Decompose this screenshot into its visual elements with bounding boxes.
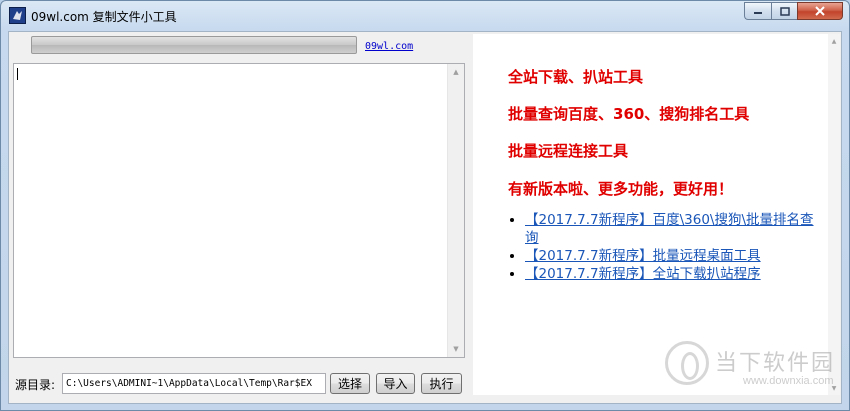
headline-site-download: 全站下载、扒站工具 (508, 68, 644, 86)
list-item: 【2017.7.7新程序】百度\360\搜狗\批量排名查询 (525, 211, 825, 247)
execute-button[interactable]: 执行 (421, 373, 462, 394)
scroll-up-arrow-icon[interactable]: ▲ (448, 64, 464, 80)
program-link-list: 【2017.7.7新程序】百度\360\搜狗\批量排名查询 【2017.7.7新… (507, 211, 825, 283)
select-button[interactable]: 选择 (330, 373, 370, 394)
import-button[interactable]: 导入 (376, 373, 415, 394)
minimize-button[interactable] (744, 2, 771, 20)
app-icon[interactable] (9, 7, 26, 24)
window-title: 09wl.com 复制文件小工具 (31, 10, 177, 24)
textarea-scrollbar[interactable]: ▲ ▼ (447, 64, 464, 357)
watermark-text: 当下软件园 (715, 351, 836, 376)
maximize-icon (779, 6, 790, 16)
link-site-download[interactable]: 【2017.7.7新程序】全站下载扒站程序 (525, 266, 761, 282)
text-caret (17, 68, 18, 80)
watermark: 当下软件园 www.downxia.com (665, 341, 835, 401)
close-icon (815, 6, 825, 16)
scroll-up-arrow-icon[interactable]: ▲ (828, 34, 840, 48)
progress-bar (31, 36, 357, 54)
source-dir-input[interactable]: C:\Users\ADMINI~1\AppData\Local\Temp\Rar… (62, 373, 326, 394)
maximize-button[interactable] (771, 2, 797, 20)
caption-buttons (744, 2, 843, 21)
link-remote-desktop[interactable]: 【2017.7.7新程序】批量远程桌面工具 (525, 248, 761, 264)
close-button[interactable] (797, 2, 843, 20)
list-item: 【2017.7.7新程序】全站下载扒站程序 (525, 265, 825, 283)
watermark-url: www.downxia.com (743, 375, 834, 387)
headline-remote-connect: 批量远程连接工具 (508, 142, 629, 160)
scroll-down-arrow-icon[interactable]: ▼ (448, 341, 464, 357)
watermark-logo-icon (665, 341, 709, 385)
app-window: 09wl.com 复制文件小工具 09wl.com ▲ ▼ 源目录: C:\Us… (0, 0, 850, 411)
file-list-textarea[interactable]: ▲ ▼ (13, 63, 465, 358)
headline-rank-query: 批量查询百度、360、搜狗排名工具 (508, 105, 750, 123)
list-item: 【2017.7.7新程序】批量远程桌面工具 (525, 247, 825, 265)
site-link[interactable]: 09wl.com (365, 41, 413, 52)
source-dir-label: 源目录: (15, 378, 56, 392)
headline-new-version: 有新版本啦、更多功能，更好用！ (508, 180, 734, 198)
link-rank-query[interactable]: 【2017.7.7新程序】百度\360\搜狗\批量排名查询 (525, 212, 814, 246)
title-bar[interactable]: 09wl.com 复制文件小工具 (1, 1, 849, 31)
minimize-icon (754, 12, 762, 14)
